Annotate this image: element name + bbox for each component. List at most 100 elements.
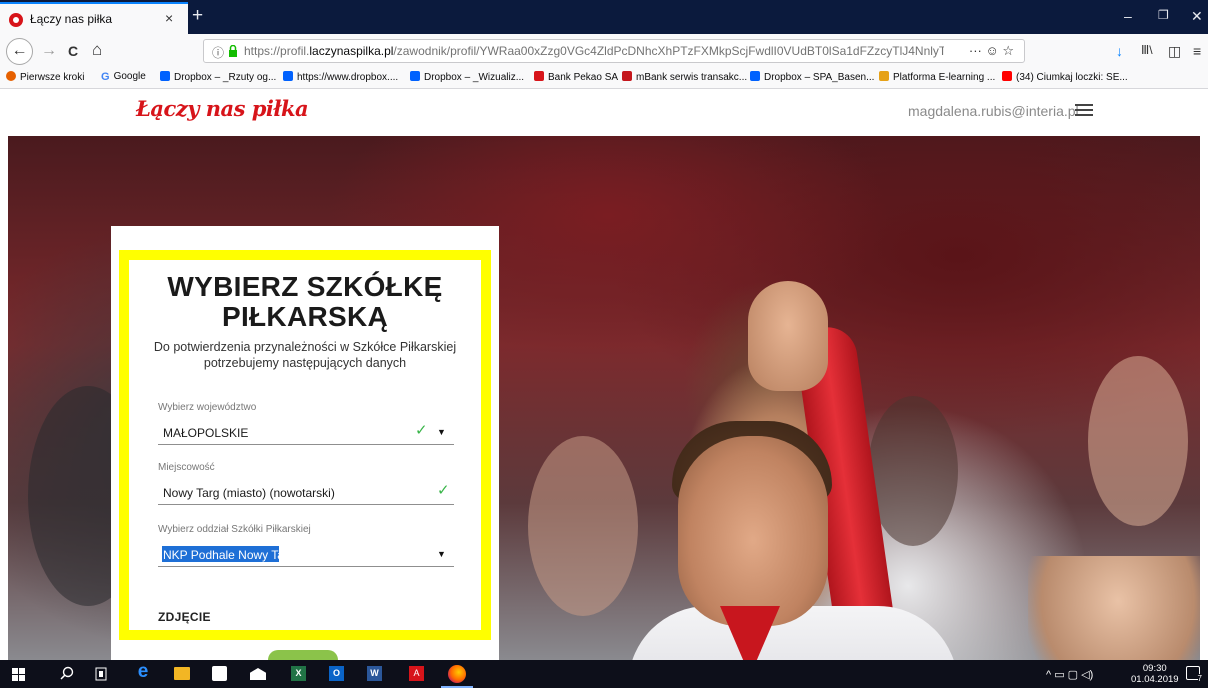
tab-close-icon[interactable]: × (165, 10, 173, 26)
crowd-silhouette (1088, 356, 1188, 526)
school-branch-select[interactable]: NKP Podhale Nowy Targ (163, 548, 295, 562)
bookmark-item[interactable]: Bank Pekao SA (534, 71, 618, 83)
bookmark-label: Dropbox – _Wizualiz... (424, 72, 525, 83)
sidebar-icon[interactable]: ◫ (1168, 43, 1181, 60)
url-text[interactable]: https://profil.laczynaspilka.pl/zawodnik… (244, 44, 944, 58)
word-icon[interactable]: W (367, 666, 382, 681)
player-thumb (748, 281, 828, 391)
dropdown-caret-icon[interactable]: ▼ (437, 549, 446, 559)
page-actions-icon[interactable]: ··· ☺ ☆ (969, 43, 1014, 59)
bookmark-item[interactable]: G Google (101, 71, 146, 83)
site-info-icon[interactable]: ⓘ (212, 44, 224, 61)
restore-window-icon[interactable]: ❐ (1158, 8, 1169, 22)
dropbox-icon (160, 71, 170, 81)
bookmark-label: Bank Pekao SA (548, 72, 619, 83)
excel-icon[interactable]: X (291, 666, 306, 681)
outlook-icon[interactable]: O (329, 666, 344, 681)
city-label: Miejscowość (158, 462, 215, 473)
bookmark-item[interactable]: Dropbox – _Rzuty og... (160, 71, 276, 83)
file-explorer-icon[interactable] (174, 667, 190, 680)
user-email[interactable]: magdalena.rubis@interia.pl (908, 103, 1079, 119)
reload-button[interactable]: C (68, 43, 78, 59)
acrobat-icon[interactable]: A (409, 666, 424, 681)
site-favicon-icon (9, 13, 23, 27)
home-button[interactable]: ⌂ (92, 40, 102, 60)
bookmark-label: Dropbox – _Rzuty og... (174, 72, 277, 83)
clock[interactable]: 09:30 01.04.2019 (1131, 663, 1179, 685)
minimize-window-icon[interactable]: – (1124, 8, 1132, 24)
library-icon[interactable]: Ⅲ\ (1141, 43, 1153, 57)
bookmark-label: (34) Ciumkaj loczki: SE... (1016, 72, 1128, 83)
tray-icons[interactable]: ^ ▭ ▢ ◁) (1046, 668, 1093, 681)
player-head (678, 436, 828, 626)
url-domain: laczynaspilka.pl (309, 44, 394, 58)
bookmark-label: Platforma E-learning ... (893, 72, 996, 83)
bookmark-label: https://www.dropbox.... (297, 72, 399, 83)
new-tab-button[interactable]: + (192, 5, 203, 27)
firefox-taskbar-icon[interactable] (448, 665, 466, 683)
bookmark-label: mBank serwis transakc... (636, 72, 748, 83)
bookmark-item[interactable]: Platforma E-learning ... (879, 71, 995, 83)
field-underline (158, 566, 454, 567)
close-window-icon[interactable]: ✕ (1191, 8, 1203, 25)
crowd-silhouette (528, 436, 638, 616)
edge-icon[interactable]: e (134, 662, 152, 681)
city-input[interactable]: Nowy Targ (miasto) (nowotarski) (163, 486, 335, 500)
dropbox-icon (750, 71, 760, 81)
site-logo[interactable]: Łączy nas piłka (136, 96, 309, 121)
url-scheme: https://profil. (244, 44, 310, 58)
photo-section-title: ZDJĘCIE (158, 610, 211, 624)
back-button[interactable]: ← (6, 38, 33, 65)
windows-start-icon[interactable] (12, 668, 25, 681)
store-icon[interactable] (212, 666, 227, 681)
bookmark-label: Dropbox – SPA_Basen... (764, 72, 875, 83)
bookmark-item[interactable]: Pierwsze kroki (6, 71, 84, 83)
voivodeship-label: Wybierz województwo (158, 402, 257, 413)
url-path: /zawodnik/profil/YWRaa00xZzg0VGc4ZldPcDN… (393, 44, 944, 58)
bookmark-item[interactable]: mBank serwis transakc... (622, 71, 747, 83)
bookmark-item[interactable]: Dropbox – _Wizualiz... (410, 71, 524, 83)
tab-title: Łączy nas piłka (30, 12, 113, 26)
dropdown-caret-icon[interactable]: ▼ (437, 427, 446, 437)
navigation-toolbar: ← → C ⌂ ⓘ https://profil.laczynaspilka.p… (0, 34, 1208, 68)
school-branch-label: Wybierz oddział Szkółki Piłkarskiej (158, 524, 311, 535)
mbank-icon (622, 71, 632, 81)
forward-button[interactable]: → (41, 42, 57, 60)
youtube-icon (1002, 71, 1012, 81)
browser-tab-active[interactable]: Łączy nas piłka × (0, 2, 188, 34)
tab-strip: Łączy nas piłka × + – ❐ ✕ (0, 0, 1208, 34)
lock-icon (229, 45, 237, 57)
windows-taskbar: e X O W A ^ ▭ ▢ ◁) 09:30 01.04.2019 7 (0, 660, 1208, 688)
bookmark-item[interactable]: (34) Ciumkaj loczki: SE... (1002, 71, 1128, 83)
field-underline (158, 504, 454, 505)
firefox-icon (6, 71, 16, 81)
app-menu-icon[interactable]: ≡ (1193, 43, 1201, 59)
mail-icon[interactable] (250, 668, 266, 680)
task-view-icon[interactable] (92, 665, 110, 683)
form-title: WYBIERZ SZKÓŁKĘ PIŁKARSKĄ (167, 271, 443, 332)
bookmarks-toolbar: Pierwsze kroki G Google Dropbox – _Rzuty … (0, 68, 1208, 89)
google-icon: G (101, 71, 110, 83)
elearning-icon (879, 71, 889, 81)
crowd-silhouette (868, 396, 958, 546)
clock-time: 09:30 (1142, 663, 1167, 674)
voivodeship-select[interactable]: MAŁOPOLSKIE (163, 426, 248, 440)
bookmark-label: Google (113, 71, 146, 82)
search-icon[interactable] (58, 665, 76, 683)
dropbox-icon (410, 71, 420, 81)
downloads-icon[interactable]: ↓ (1116, 43, 1123, 59)
dropbox-icon (283, 71, 293, 81)
url-bar[interactable]: ⓘ https://profil.laczynaspilka.pl/zawodn… (203, 39, 1025, 63)
clock-date: 01.04.2019 (1131, 674, 1179, 685)
background-person (1028, 556, 1200, 660)
form-subtitle: Do potwierdzenia przynależności w Szkółc… (153, 340, 457, 370)
hamburger-menu-icon[interactable] (1075, 104, 1093, 116)
bookmark-item[interactable]: https://www.dropbox.... (283, 71, 398, 83)
bookmark-item[interactable]: Dropbox – SPA_Basen... (750, 71, 874, 83)
notification-center-icon[interactable]: 7 (1186, 666, 1202, 683)
pekao-icon (534, 71, 544, 81)
notification-count: 7 (1197, 674, 1202, 683)
field-underline (158, 444, 454, 445)
valid-check-icon: ✓ (415, 422, 428, 439)
photo-placeholder (268, 650, 338, 660)
